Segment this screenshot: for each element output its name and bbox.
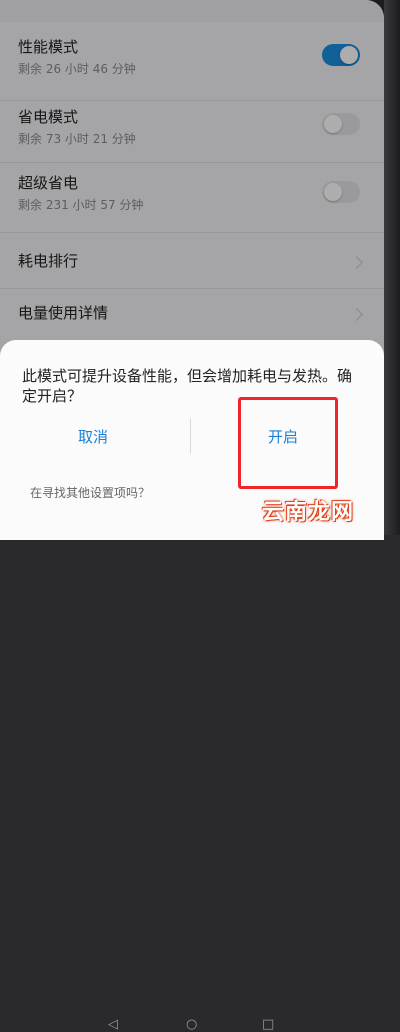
dialog-button-separator xyxy=(190,418,191,454)
phone-edge xyxy=(384,0,400,535)
home-icon[interactable]: ○ xyxy=(186,1017,197,1032)
watermark-logo: 云南龙网 xyxy=(262,500,355,525)
back-icon[interactable]: ◁ xyxy=(108,1017,118,1032)
other-settings-hint[interactable]: 在寻找其他设置项吗？ xyxy=(30,484,150,501)
highlight-annotation xyxy=(238,397,338,489)
recents-icon[interactable]: □ xyxy=(262,1017,274,1032)
cancel-button[interactable]: 取消 xyxy=(78,426,108,447)
